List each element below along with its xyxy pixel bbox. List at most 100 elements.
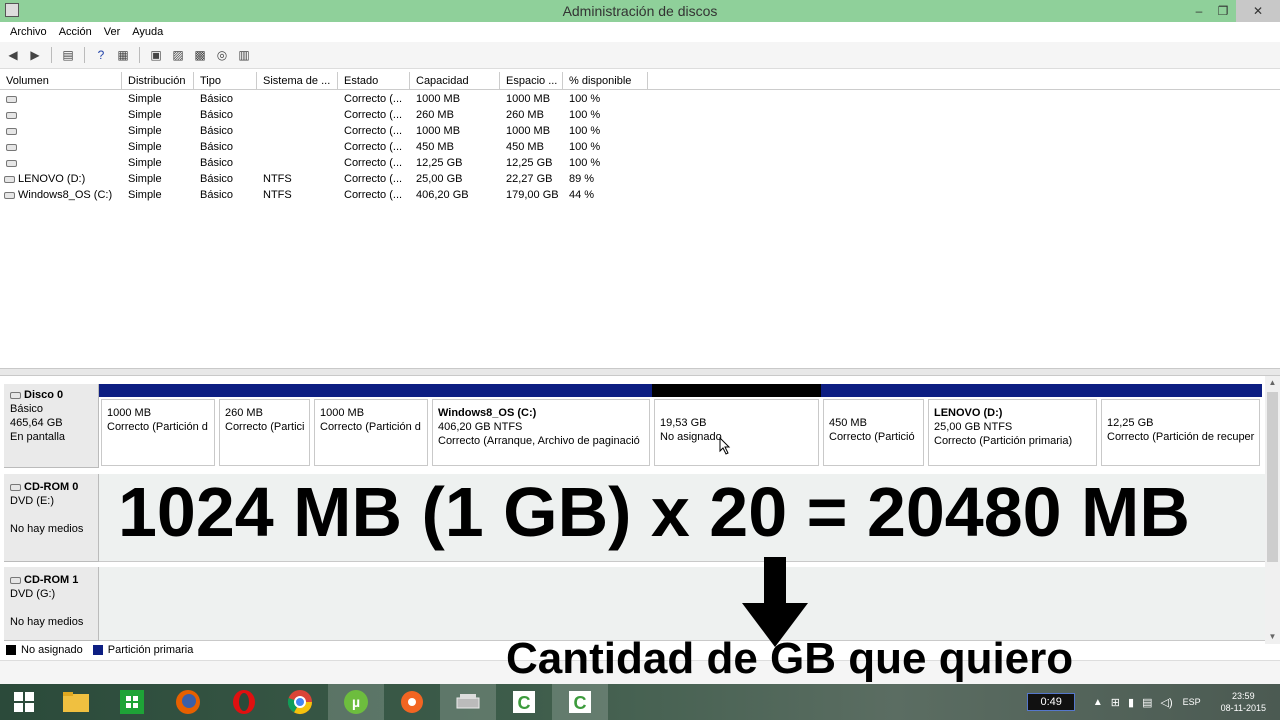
col-capacidad[interactable]: Capacidad [410,72,500,90]
table-row[interactable]: Windows8_OS (C:) Simple Básico NTFS Corr… [0,187,1280,203]
cell-distribucion: Simple [128,109,162,121]
partition-block[interactable]: 1000 MB Correcto (Partición d [99,384,217,466]
clock-date: 08-11-2015 [1220,703,1266,713]
pane-splitter[interactable] [0,368,1280,376]
cell-disponible: 44 % [569,189,595,201]
col-estado[interactable]: Estado [338,72,410,90]
cell-estado: Correcto (... [344,125,403,137]
disk0-label[interactable]: Disco 0 Básico 465,64 GB En pantalla [4,384,99,468]
network-icon[interactable]: ▤ [1142,696,1152,709]
view-icon[interactable]: ▦ [114,46,132,64]
volume-icon[interactable]: ◁) [1160,696,1172,709]
scrollbar-thumb[interactable] [1267,392,1278,562]
table-row[interactable]: LENOVO (D:) Simple Básico NTFS Correcto … [0,171,1280,187]
partition-block[interactable]: 450 MB Correcto (Partició [821,384,926,466]
cdrom0-label[interactable]: CD-ROM 0 DVD (E:) No hay medios [4,474,99,562]
clock-time: 23:59 [1232,691,1255,701]
col-tipo[interactable]: Tipo [194,72,257,90]
start-button[interactable] [0,684,48,720]
disk0-type: Básico [10,403,44,415]
taskbar-opera[interactable] [216,684,272,720]
minimize-icon[interactable]: – [1188,0,1210,22]
taskbar-disk-management[interactable] [440,684,496,720]
legend-primary: Partición primaria [107,644,194,656]
recording-timer[interactable]: 0:49 [1027,693,1075,711]
taskbar-media[interactable] [384,684,440,720]
partition-status: Correcto (Partici [225,421,305,433]
partition-status: Correcto (Partición de recuper [1107,431,1255,443]
cd-drive-icon [10,576,21,584]
hard-disk-icon [10,391,21,399]
taskbar-chrome[interactable] [272,684,328,720]
menu-accion[interactable]: Acción [53,26,98,38]
overlay-caption: Cantidad de GB que quiero [506,634,1074,683]
console-tree-icon[interactable]: ▤ [59,46,77,64]
cell-capacidad: 1000 MB [416,93,461,105]
taskbar-utorrent[interactable]: µ [328,684,384,720]
taskbar-store[interactable] [104,684,160,720]
cell-distribucion: Simple [128,125,162,137]
col-sistema[interactable]: Sistema de ... [257,72,338,90]
input-language[interactable]: ESP [1183,697,1201,707]
rescan-icon[interactable]: ▨ [169,46,187,64]
unallocated-block[interactable]: 19,53 GB No asignado [652,384,821,466]
partition-size: 1000 MB [320,407,365,419]
menu-archivo[interactable]: Archivo [4,26,53,38]
table-row[interactable]: Simple Básico Correcto (... 450 MB 450 M… [0,139,1280,155]
battery-icon[interactable]: ▮ [1128,696,1134,709]
taskbar-explorer[interactable] [48,684,104,720]
table-row[interactable]: Simple Básico Correcto (... 1000 MB 1000… [0,123,1280,139]
cell-capacidad: 1000 MB [416,125,461,137]
disk0-name: Disco 0 [24,389,64,401]
list-icon[interactable]: ▥ [235,46,253,64]
col-espacio[interactable]: Espacio ... [500,72,563,90]
partition-block[interactable]: 12,25 GB Correcto (Partición de recuper [1099,384,1262,466]
back-arrow-icon[interactable]: ◀ [4,46,22,64]
partition-size: 19,53 GB [660,417,707,429]
windows-tray-icon[interactable]: ⊞ [1111,696,1120,709]
volume-table-header: Volumen Distribución Tipo Sistema de ...… [0,72,1280,90]
taskbar-camtasia-recorder[interactable]: C [552,684,608,720]
menu-ver[interactable]: Ver [98,26,127,38]
folder-icon[interactable]: ▩ [191,46,209,64]
partition-block[interactable]: Windows8_OS (C:) 406,20 GB NTFS Correcto… [430,384,652,466]
cell-distribucion: Simple [128,141,162,153]
search-icon[interactable]: ◎ [213,46,231,64]
tray-chevron-icon[interactable]: ▲ [1093,697,1103,708]
partition-block[interactable]: 260 MB Correcto (Partici [217,384,312,466]
col-volumen[interactable]: Volumen [0,72,122,90]
taskbar-camtasia[interactable]: C [496,684,552,720]
close-icon[interactable]: ✕ [1236,0,1280,22]
col-disponible[interactable]: % disponible [563,72,648,90]
clock[interactable]: 23:59 08-11-2015 [1221,690,1266,714]
partition-block[interactable]: LENOVO (D:) 25,00 GB NTFS Correcto (Part… [926,384,1099,466]
toolbar: ◀ ▶ ▤ ? ▦ ▣ ▨ ▩ ◎ ▥ [0,42,1280,69]
cdrom0-status: No hay medios [10,523,84,535]
cdrom0-drive: DVD (E:) [10,495,54,507]
table-row[interactable]: Simple Básico Correcto (... 12,25 GB 12,… [0,155,1280,171]
partition-block[interactable]: 1000 MB Correcto (Partición d [312,384,430,466]
folder-icon [63,692,89,712]
help-icon[interactable]: ? [92,46,110,64]
properties-icon[interactable]: ▣ [147,46,165,64]
cell-espacio: 179,00 GB [506,189,559,201]
partition-bar [430,384,652,397]
cell-estado: Correcto (... [344,189,403,201]
cdrom1-label[interactable]: CD-ROM 1 DVD (G:) No hay medios [4,567,99,641]
cell-distribucion: Simple [128,173,162,185]
cell-estado: Correcto (... [344,109,403,121]
partition-size: 25,00 GB NTFS [934,421,1013,433]
vertical-scrollbar[interactable]: ▲ ▼ [1265,376,1280,644]
restore-icon[interactable]: ❐ [1212,0,1234,22]
forward-arrow-icon[interactable]: ▶ [26,46,44,64]
scroll-up-icon[interactable]: ▲ [1265,376,1280,390]
partition-size: 406,20 GB NTFS [438,421,523,433]
drive-icon [6,159,17,167]
taskbar-firefox[interactable] [160,684,216,720]
table-row[interactable]: Simple Básico Correcto (... 1000 MB 1000… [0,91,1280,107]
partition-bar [1099,384,1262,397]
menu-ayuda[interactable]: Ayuda [126,26,169,38]
col-distribucion[interactable]: Distribución [122,72,194,90]
table-row[interactable]: Simple Básico Correcto (... 260 MB 260 M… [0,107,1280,123]
cell-sistema: NTFS [263,189,292,201]
